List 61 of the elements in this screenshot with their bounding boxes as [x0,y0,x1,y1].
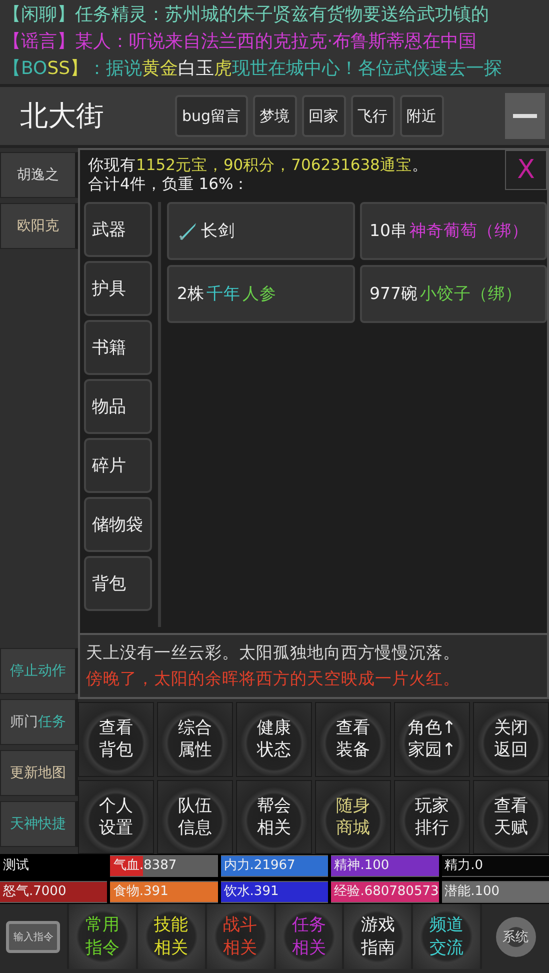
category-tab[interactable]: 武器 [84,202,152,257]
chat-message: 【谣言】某人：听说来自法兰西的克拉克·布鲁斯蒂恩在中国 [3,30,478,54]
chat-message: 【闲聊】任务精灵：苏州城的朱子贤兹有货物要送给武功镇的 [3,3,490,28]
shortcut-button[interactable]: 停止动作 [0,648,78,694]
menu-button[interactable]: 游戏 指南 [344,904,412,969]
inventory-item[interactable]: 977碗小饺子（绑） [360,265,547,323]
menu-button[interactable]: 技能 相关 [138,904,205,969]
menu-button[interactable]: 频道 交流 [413,904,480,969]
action-button[interactable]: 综合 属性 [157,702,233,776]
inventory-summary: 你现有1152元宝，90积分，706231638通宝。 [88,156,429,175]
shortcut-button[interactable]: 更新地图 [0,750,78,796]
shortcut-button[interactable]: 师门任务 [0,699,78,745]
category-tab[interactable]: 背包 [84,556,152,611]
stat-label: 怒气.7000 [2,882,68,900]
inventory-item[interactable]: 长剑 [167,202,354,260]
header-button[interactable]: 梦境 [252,95,297,137]
location-title: 北大街 [19,98,105,134]
action-button[interactable]: 随身 商城 [315,780,391,854]
npc-button[interactable]: 欧阳克 [0,203,78,249]
action-button[interactable]: 关闭 返回 [473,702,549,776]
action-button[interactable]: 查看 装备 [315,702,391,776]
action-button[interactable]: 帮会 相关 [236,780,312,854]
action-button[interactable]: 角色↑ 家园↑ [394,702,470,776]
stat-label: 精力.0 [444,857,484,875]
input-command-button[interactable]: 输入指令 [6,920,60,952]
narration-text: 傍晚了，太阳的余晖将西方的天空映成一片火红。 [86,668,461,690]
action-button[interactable]: 玩家 排行 [394,780,470,854]
action-button[interactable]: 个人 设置 [78,780,154,854]
action-button[interactable]: 查看 天赋 [473,780,549,854]
narration-text: 天上没有一丝云彩。太阳孤独地向西方慢慢沉落。 [86,642,461,664]
player-name: 测试 [2,857,30,875]
stat-label: 饮水.391 [222,882,280,900]
menu-button[interactable]: 战斗 相关 [206,904,274,969]
npc-button[interactable]: 胡逸之 [0,152,78,198]
header-button[interactable]: 附近 [400,95,444,137]
header-button[interactable]: bug留言 [175,95,248,137]
system-button[interactable]: 系统 [482,904,549,969]
stat-label: 经验.680780573 [333,882,439,900]
header-button[interactable]: 飞行 [350,95,395,137]
category-tab[interactable]: 储物袋 [84,497,152,552]
stat-label: 精神.100 [333,857,390,875]
action-button[interactable]: 健康 状态 [236,702,312,776]
shortcut-button[interactable]: 天神快捷 [0,801,78,847]
action-button[interactable]: 队伍 信息 [157,780,233,854]
minus-icon [513,114,537,118]
stat-label: 内力.21967 [222,857,296,875]
chat-message: 【BOSS】：据说黄金白玉虎现世在城中心！各位武侠速去一探 [3,56,504,81]
stat-label: 食物.391 [112,882,170,900]
stat-label: 潜能.100 [444,882,501,900]
inventory-item[interactable]: 2株千年人参 [167,265,354,323]
minimize-button[interactable] [505,93,545,139]
menu-button[interactable]: 常用 指令 [68,904,136,969]
category-tab[interactable]: 护具 [84,261,152,316]
category-tab[interactable]: 物品 [84,379,152,434]
action-button[interactable]: 查看 背包 [78,702,154,776]
category-tab[interactable]: 书籍 [84,320,152,375]
category-tab[interactable]: 碎片 [84,438,152,493]
inventory-item[interactable]: 10串 神奇葡萄（绑） [360,202,547,260]
header-button[interactable]: 回家 [302,95,346,137]
inventory-summary: 合计4件，负重 16%： [88,175,250,194]
system-label: 系统 [502,928,529,946]
